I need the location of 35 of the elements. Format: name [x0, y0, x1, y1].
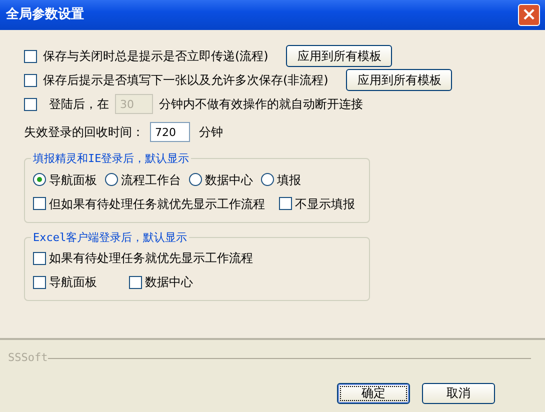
window-title: 全局参数设置 — [6, 6, 84, 24]
checkbox[interactable] — [33, 276, 46, 288]
option-label: 流程工作台 — [121, 172, 181, 188]
option-label: 导航面板 — [49, 172, 97, 188]
option-label: 登陆后，在 — [49, 96, 109, 113]
cancel-button[interactable]: 取消 — [422, 382, 495, 404]
apply-button[interactable]: 应用到所有模板 — [346, 69, 452, 91]
option-label: 保存与关闭时总是提示是否立即传递(流程) — [43, 48, 268, 65]
radio-button[interactable] — [189, 173, 202, 186]
checkbox[interactable] — [279, 197, 292, 210]
close-button[interactable]: × — [518, 4, 540, 26]
option-label: 不显示填报 — [295, 196, 355, 212]
unit-label: 分钟 — [199, 124, 223, 141]
checkbox[interactable] — [24, 74, 37, 86]
checkbox[interactable] — [24, 50, 37, 62]
group-title: Excel客户端登录后，默认显示 — [31, 230, 190, 246]
checkbox[interactable] — [33, 197, 46, 210]
option-label: 数据中心 — [145, 274, 193, 291]
brand-label: SSSoft — [8, 350, 48, 366]
option-label: 但如果有待处理任务就优先显示工作流程 — [49, 196, 265, 212]
radio-button[interactable] — [105, 173, 118, 186]
checkbox[interactable] — [33, 252, 46, 264]
option-label: 保存后提示是否填写下一张以及允许多次保存(非流程) — [43, 72, 328, 89]
option-label: 数据中心 — [205, 172, 253, 188]
recycle-field[interactable]: 720 — [150, 122, 190, 142]
option-label: 填报 — [277, 172, 301, 188]
apply-button[interactable]: 应用到所有模板 — [286, 45, 392, 67]
checkbox[interactable] — [129, 276, 142, 288]
option-label: 如果有待处理任务就优先显示工作流程 — [49, 250, 253, 267]
recycle-label: 失效登录的回收时间： — [24, 124, 144, 141]
option-label: 分钟内不做有效操作的就自动断开连接 — [159, 96, 363, 113]
option-label: 导航面板 — [49, 274, 97, 291]
radio-button[interactable] — [261, 173, 274, 186]
radio-button[interactable] — [33, 173, 46, 186]
ok-button[interactable]: 确定 — [337, 382, 410, 404]
